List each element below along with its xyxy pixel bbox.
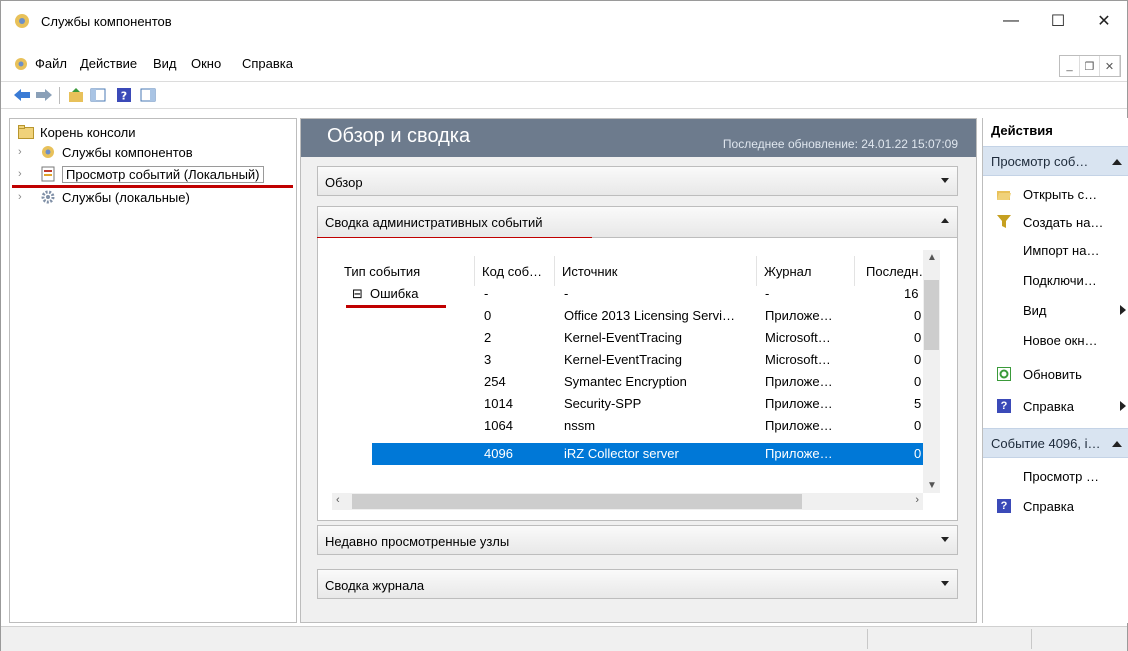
highlight-underline [346, 305, 446, 308]
help-icon[interactable]: ? [115, 86, 133, 104]
column-header-type[interactable]: Тип события [344, 264, 420, 279]
mdi-minimize-button[interactable]: _ [1060, 56, 1080, 76]
actions-pane: Действия Просмотр соб… Открыть с… Создат… [982, 118, 1128, 623]
minimize-button[interactable]: — [988, 1, 1034, 41]
actions-section-event-viewer[interactable]: Просмотр соб… [983, 146, 1128, 176]
scroll-thumb[interactable] [924, 280, 939, 350]
close-button[interactable]: ✕ [1081, 1, 1127, 41]
group-label[interactable]: Ошибка [370, 286, 418, 301]
open-folder-icon [997, 187, 1011, 201]
refresh-icon [997, 367, 1011, 381]
highlight-underline [12, 185, 293, 188]
show-hide-action-pane-icon[interactable] [139, 86, 157, 104]
scroll-thumb[interactable] [352, 494, 802, 509]
svg-text:?: ? [121, 90, 127, 103]
panel-admin-summary[interactable]: Сводка административных событий [317, 206, 958, 238]
scroll-up-icon[interactable]: ▲ [927, 252, 937, 263]
maximize-button[interactable]: ☐ [1035, 1, 1081, 41]
tree-item-component-services[interactable]: › Службы компонентов [18, 142, 193, 162]
console-tree: Корень консоли › Службы компонентов › Пр… [9, 118, 297, 623]
action-view[interactable]: Вид [983, 298, 1128, 323]
action-event-properties[interactable]: Просмотр … [983, 464, 1128, 489]
show-hide-tree-icon[interactable] [89, 86, 107, 104]
scroll-left-icon[interactable]: ‹ [336, 494, 340, 506]
action-new-window[interactable]: Новое окн… [983, 328, 1128, 353]
tree-item-console-root[interactable]: Корень консоли [18, 122, 136, 142]
chevron-up-icon [1112, 441, 1122, 447]
menu-window[interactable]: Окно [191, 56, 221, 71]
menu-action[interactable]: Действие [80, 56, 137, 71]
vertical-scrollbar[interactable]: ▲ ▼ [923, 250, 940, 493]
column-header-log[interactable]: Журнал [764, 264, 811, 279]
last-update: Последнее обновление: 24.01.22 15:07:09 [722, 137, 958, 151]
panel-recent-nodes[interactable]: Недавно просмотренные узлы [317, 525, 958, 555]
help-icon: ? [997, 399, 1011, 413]
column-header-last[interactable]: Последн… [866, 264, 931, 279]
tree-item-local-services[interactable]: › Службы (локальные) [18, 187, 190, 207]
forward-icon[interactable] [35, 86, 53, 104]
expand-icon[interactable]: › [18, 191, 22, 203]
component-services-icon [40, 144, 56, 160]
chevron-up-icon [941, 218, 949, 223]
menu-view[interactable]: Вид [153, 56, 177, 71]
overview-header: Обзор и сводка Последнее обновление: 24.… [301, 119, 976, 157]
action-connect[interactable]: Подключи… [983, 268, 1128, 293]
actions-title: Действия [991, 123, 1053, 138]
app-menu-icon[interactable] [13, 56, 29, 75]
status-bar [1, 626, 1127, 651]
submenu-arrow-icon [1120, 401, 1126, 411]
action-event-help[interactable]: ? Справка [983, 494, 1128, 519]
gear-icon [40, 189, 56, 205]
title-bar: Службы компонентов — ☐ ✕ [1, 1, 1127, 43]
action-help[interactable]: ? Справка [983, 394, 1128, 419]
component-services-icon [13, 12, 31, 30]
horizontal-scrollbar[interactable]: ‹ › [332, 493, 923, 510]
folder-icon [18, 124, 34, 140]
chevron-up-icon [1112, 159, 1122, 165]
tree-item-event-viewer[interactable]: › Просмотр событий (Локальный) [18, 164, 264, 184]
scroll-down-icon[interactable]: ▼ [927, 480, 937, 491]
chevron-down-icon [941, 537, 949, 542]
help-icon: ? [997, 499, 1011, 513]
event-viewer-icon [40, 166, 56, 182]
group-expander[interactable]: ⊟ [352, 286, 363, 302]
mdi-controls: _ ❐ ✕ [1059, 55, 1121, 77]
window-title: Службы компонентов [41, 14, 172, 29]
menu-help[interactable]: Справка [242, 56, 293, 71]
action-import-custom-view[interactable]: Импорт на… [983, 238, 1128, 263]
action-open-saved-log[interactable]: Открыть с… [983, 182, 1128, 207]
panel-log-summary[interactable]: Сводка журнала [317, 569, 958, 599]
chevron-down-icon [941, 581, 949, 586]
expand-icon[interactable]: › [18, 146, 22, 158]
window: Службы компонентов — ☐ ✕ Файл Действие В… [0, 0, 1128, 651]
action-create-custom-view[interactable]: Создать на… [983, 210, 1128, 235]
page-title: Обзор и сводка [327, 125, 471, 147]
actions-section-event[interactable]: Событие 4096, i… [983, 428, 1128, 458]
admin-summary-body: Тип события Код соб… Источник Журнал Пос… [317, 238, 958, 521]
toolbar: ? [1, 81, 1127, 109]
action-refresh[interactable]: Обновить [983, 362, 1128, 387]
column-header-code[interactable]: Код соб… [482, 264, 542, 279]
overview-panel: Обзор и сводка Последнее обновление: 24.… [300, 118, 977, 623]
back-icon[interactable] [13, 86, 31, 104]
up-folder-icon[interactable] [67, 86, 85, 104]
menu-bar: Файл Действие Вид Окно Справка [1, 53, 1127, 77]
scroll-right-icon[interactable]: › [915, 494, 919, 506]
events-grid: Тип события Код соб… Источник Журнал Пос… [332, 250, 940, 510]
panel-overview[interactable]: Обзор [317, 166, 958, 196]
submenu-arrow-icon [1120, 305, 1126, 315]
filter-icon [997, 215, 1011, 229]
expand-icon[interactable]: › [18, 168, 22, 180]
mdi-restore-button[interactable]: ❐ [1080, 56, 1100, 76]
menu-file[interactable]: Файл [35, 56, 67, 71]
mdi-close-button[interactable]: ✕ [1100, 56, 1120, 76]
column-header-source[interactable]: Источник [562, 264, 618, 279]
chevron-down-icon [941, 178, 949, 183]
